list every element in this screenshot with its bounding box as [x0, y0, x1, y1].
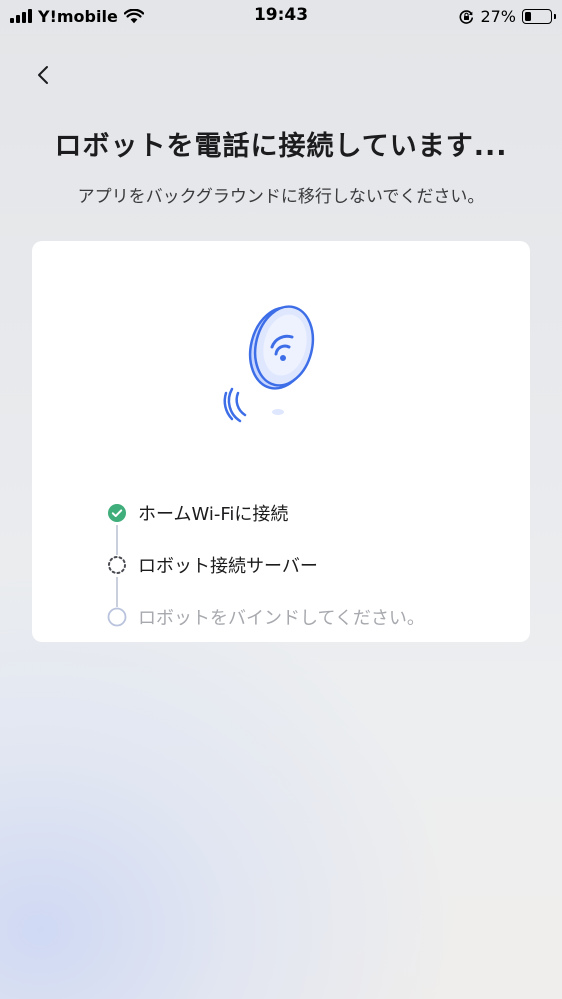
step-home-wifi: ホームWi-Fiに接続 — [105, 500, 288, 526]
battery-percent: 27% — [480, 6, 516, 26]
battery-icon — [522, 8, 556, 24]
back-button[interactable] — [28, 60, 58, 90]
page-title: ロボットを電話に接続しています... — [54, 131, 508, 162]
step-label: ロボットをバインドしてください。 — [138, 608, 425, 629]
step-label: ロボット接続サーバー — [138, 556, 318, 577]
step-label: ホームWi-Fiに接続 — [138, 504, 289, 525]
robot-wifi-connect-icon — [223, 305, 315, 423]
orientation-lock-icon — [459, 9, 474, 24]
status-bar: Y!mobile 19:43 27% — [0, 0, 562, 36]
battery-level-fill — [525, 11, 531, 21]
step-connector — [116, 577, 118, 607]
chevron-left-icon — [38, 66, 48, 84]
step-connector — [116, 525, 118, 555]
loading-spinner-icon — [105, 553, 129, 577]
step-robot-server: ロボット接続サーバー — [105, 552, 318, 578]
check-circle-icon — [105, 501, 129, 525]
empty-circle-icon — [105, 605, 129, 629]
status-right: 27% — [459, 6, 556, 26]
page-subtitle: アプリをバックグラウンドに移行しないでください。 — [77, 187, 485, 207]
step-bind-robot: ロボットをバインドしてください。 — [105, 604, 425, 630]
connection-card: ホームWi-Fiに接続 ロボット接続サーバー ロボットをバインドしてください。 — [32, 241, 530, 642]
